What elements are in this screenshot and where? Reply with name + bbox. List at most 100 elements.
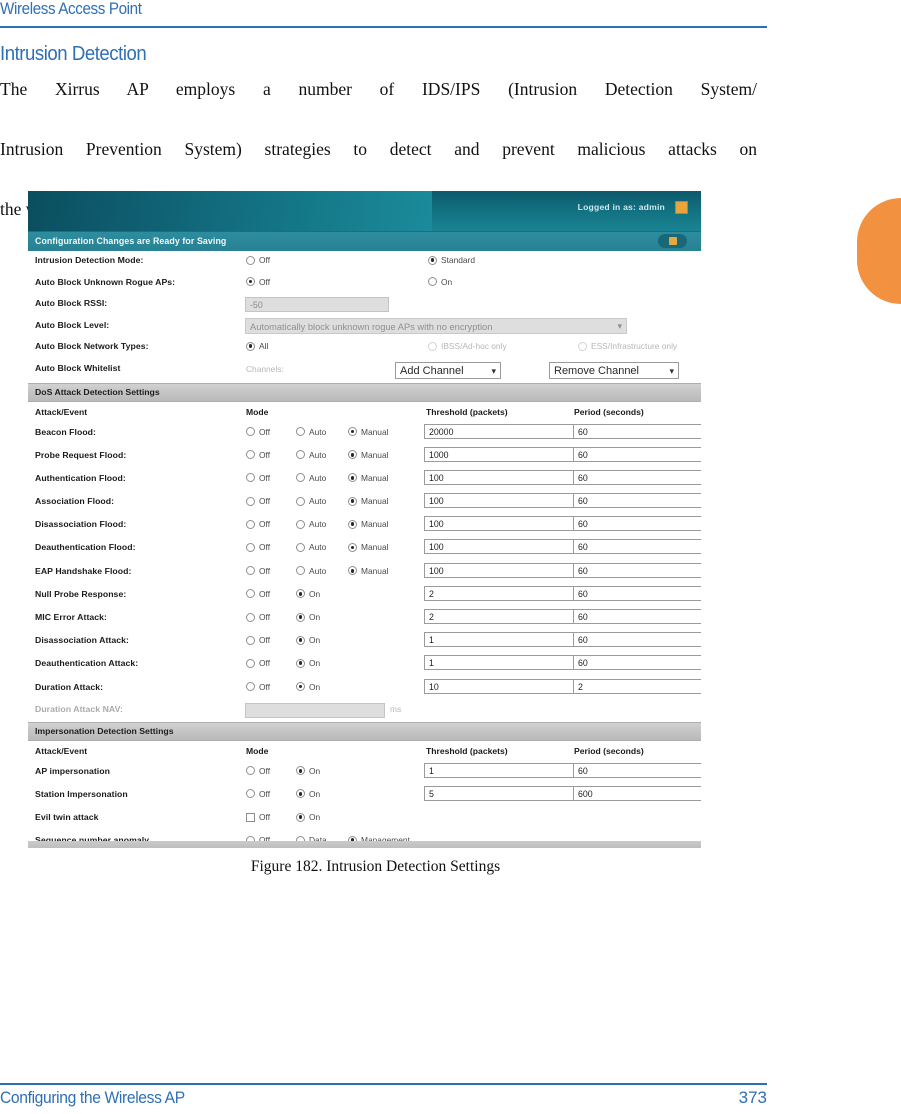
option-label: Off <box>259 519 271 530</box>
mode-disassociation-attack-on[interactable]: On <box>296 635 320 645</box>
radio-intrusion-mode-standard[interactable]: Standard <box>428 255 475 265</box>
attack-row: EAP Handshake Flood: Off Auto Manual 100 60 <box>28 561 701 584</box>
option-label: IBSS/Ad-hoc only <box>441 341 507 351</box>
radio-icon <box>348 519 357 529</box>
checkbox-icon <box>246 812 255 822</box>
option-label: Auto <box>309 472 327 483</box>
page-title: Intrusion Detection <box>0 43 147 65</box>
mode-ap-impersonation-off[interactable]: Off <box>246 766 270 776</box>
dos-section-title: DoS Attack Detection Settings <box>35 386 160 397</box>
period-input-deauthentication-flood[interactable]: 60 <box>573 539 701 555</box>
mode-authentication-flood-off[interactable]: Off <box>246 473 270 483</box>
mode-deauthentication-flood-off[interactable]: Off <box>246 542 270 552</box>
mode-station-impersonation-off[interactable]: Off <box>246 789 270 799</box>
mode-evil-twin-attack-on[interactable]: On <box>296 812 320 822</box>
option-label: Manual <box>361 426 389 437</box>
attack-row: Beacon Flood: Off Auto Manual 20000 60 <box>28 422 701 445</box>
mode-association-flood-off[interactable]: Off <box>246 496 270 506</box>
period-input-probe-request-flood[interactable]: 60 <box>573 446 701 462</box>
mode-beacon-flood-manual[interactable]: Manual <box>348 427 388 437</box>
mode-mic-error-attack-on[interactable]: On <box>296 612 320 622</box>
period-input-ap-impersonation[interactable]: 60 <box>573 762 701 778</box>
period-input-null-probe-response[interactable]: 60 <box>573 585 701 601</box>
user-badge-icon[interactable] <box>675 201 688 214</box>
option-label: Off <box>259 472 271 483</box>
radio-icon <box>348 496 357 506</box>
radio-auto-block-on[interactable]: On <box>428 277 452 287</box>
mode-duration-attack-off[interactable]: Off <box>246 682 270 692</box>
mode-eap-handshake-flood-off[interactable]: Off <box>246 566 270 576</box>
config-changes-bar: Configuration Changes are Ready for Savi… <box>28 231 701 251</box>
col-period: Period (seconds) <box>574 745 644 756</box>
option-label: Off <box>259 588 271 599</box>
period-input-duration-attack[interactable]: 2 <box>573 678 701 694</box>
period-input-mic-error-attack[interactable]: 60 <box>573 609 701 624</box>
period-input-deauthentication-attack[interactable]: 60 <box>573 655 701 671</box>
label-authentication-flood: Authentication Flood: <box>35 472 126 483</box>
mode-association-flood-manual[interactable]: Manual <box>348 496 388 506</box>
mode-disassociation-flood-off[interactable]: Off <box>246 519 270 529</box>
mode-association-flood-auto[interactable]: Auto <box>296 496 326 506</box>
add-channel-select[interactable]: Add Channel ▾ <box>395 361 501 379</box>
duration-attack-nav-input[interactable] <box>245 702 385 718</box>
mode-disassociation-flood-manual[interactable]: Manual <box>348 519 388 529</box>
period-input-eap-handshake-flood[interactable]: 60 <box>573 562 701 578</box>
mode-disassociation-attack-off[interactable]: Off <box>246 635 270 645</box>
radio-network-type-ess[interactable]: ESS/Infrastructure only <box>578 341 677 351</box>
mode-beacon-flood-off[interactable]: Off <box>246 427 270 437</box>
period-input-authentication-flood[interactable]: 60 <box>573 469 701 485</box>
radio-icon <box>296 682 305 692</box>
logged-in-label: Logged in as: admin <box>577 202 665 212</box>
remove-channel-select[interactable]: Remove Channel ▾ <box>549 361 679 379</box>
row-auto-block-network-types: Auto Block Network Types: All IBSS/Ad-ho… <box>28 337 701 359</box>
label-association-flood: Association Flood: <box>35 496 115 507</box>
radio-network-type-all[interactable]: All <box>246 341 268 351</box>
period-input-beacon-flood[interactable]: 60 <box>573 423 701 439</box>
label-auto-block-network-types: Auto Block Network Types: <box>35 341 149 351</box>
mode-mic-error-attack-off[interactable]: Off <box>246 612 270 622</box>
radio-icon <box>578 341 587 351</box>
radio-icon <box>296 658 305 668</box>
mode-probe-request-flood-off[interactable]: Off <box>246 450 270 460</box>
auto-block-rssi-input[interactable]: -50 <box>245 297 389 312</box>
mode-evil-twin-attack-off[interactable]: Off <box>246 812 270 822</box>
mode-eap-handshake-flood-manual[interactable]: Manual <box>348 566 388 576</box>
period-input-disassociation-flood[interactable]: 60 <box>573 516 701 532</box>
mode-authentication-flood-auto[interactable]: Auto <box>296 473 326 483</box>
general-settings-form: Intrusion Detection Mode: Off Standard A… <box>28 251 701 383</box>
mode-duration-attack-on[interactable]: On <box>296 682 320 692</box>
mode-authentication-flood-manual[interactable]: Manual <box>348 473 388 483</box>
mode-beacon-flood-auto[interactable]: Auto <box>296 427 326 437</box>
mode-probe-request-flood-auto[interactable]: Auto <box>296 450 326 460</box>
mode-deauthentication-attack-off[interactable]: Off <box>246 658 270 668</box>
radio-icon <box>296 789 305 799</box>
auto-block-level-select[interactable]: Automatically block unknown rogue APs wi… <box>245 317 627 334</box>
option-label: Auto <box>309 565 327 576</box>
mode-deauthentication-flood-auto[interactable]: Auto <box>296 542 326 552</box>
radio-network-type-ibss[interactable]: IBSS/Ad-hoc only <box>428 341 507 351</box>
mode-deauthentication-flood-manual[interactable]: Manual <box>348 542 388 552</box>
document-page: Wireless Access Point Intrusion Detectio… <box>0 0 901 1114</box>
attack-row: Disassociation Attack: Off On 1 60 <box>28 630 701 653</box>
period-input-association-flood[interactable]: 60 <box>573 493 701 509</box>
option-label: On <box>309 612 321 622</box>
option-label: On <box>309 588 321 599</box>
mode-deauthentication-attack-on[interactable]: On <box>296 658 320 668</box>
label-auto-block-level: Auto Block Level: <box>35 319 110 330</box>
mode-disassociation-flood-auto[interactable]: Auto <box>296 519 326 529</box>
dos-column-headers: Attack/Event Mode Threshold (packets) Pe… <box>28 402 701 422</box>
save-lock-icon[interactable] <box>658 234 687 248</box>
label-channels: Channels: <box>246 364 284 374</box>
mode-null-probe-response-on[interactable]: On <box>296 589 320 599</box>
radio-icon <box>246 427 255 436</box>
screenshot-bottom-strip <box>28 841 701 848</box>
mode-station-impersonation-on[interactable]: On <box>296 789 320 799</box>
period-input-station-impersonation[interactable]: 600 <box>573 785 701 801</box>
mode-null-probe-response-off[interactable]: Off <box>246 589 270 599</box>
mode-probe-request-flood-manual[interactable]: Manual <box>348 450 388 460</box>
radio-auto-block-off[interactable]: Off <box>246 277 270 287</box>
radio-intrusion-mode-off[interactable]: Off <box>246 255 270 265</box>
period-input-disassociation-attack[interactable]: 60 <box>573 632 701 648</box>
mode-eap-handshake-flood-auto[interactable]: Auto <box>296 566 326 576</box>
mode-ap-impersonation-on[interactable]: On <box>296 766 320 776</box>
